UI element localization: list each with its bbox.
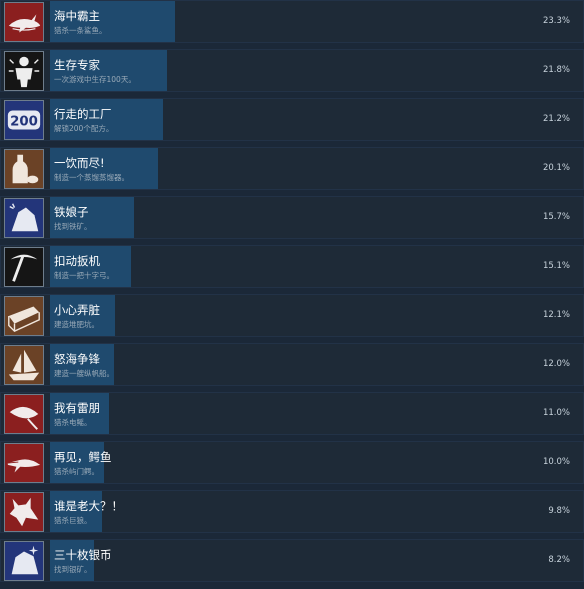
200-badge-icon: 200 bbox=[4, 100, 44, 140]
unlock-percentage: 21.8% bbox=[542, 65, 570, 75]
achievement-row-11[interactable]: 三十枚银币 找到银矿。 8.2% bbox=[0, 539, 584, 582]
achievement-title: 一饮而尽! bbox=[54, 156, 105, 170]
unlock-percentage: 15.1% bbox=[542, 261, 570, 271]
achievement-row-3[interactable]: 一饮而尽! 制造一个蒸馏蒸馏器。 20.1% bbox=[0, 147, 584, 190]
achievement-row-4[interactable]: 铁娘子 找到铁矿。 15.7% bbox=[0, 196, 584, 239]
achievement-title: 谁是老大？！ bbox=[54, 499, 123, 513]
achievement-title: 扣动扳机 bbox=[54, 254, 100, 268]
achievement-title: 小心弄脏 bbox=[54, 303, 100, 317]
unlock-percentage: 20.1% bbox=[542, 163, 570, 173]
achievement-title: 再见，鳄鱼 bbox=[54, 450, 112, 464]
unlock-percentage: 12.0% bbox=[542, 359, 570, 369]
achievement-row-0[interactable]: 海中霸主 猎杀一条鲨鱼。 23.3% bbox=[0, 0, 584, 43]
achievement-row-6[interactable]: 小心弄脏 建造堆肥坑。 12.1% bbox=[0, 294, 584, 337]
stingray-icon bbox=[4, 394, 44, 434]
survivor-icon bbox=[4, 51, 44, 91]
achievement-row-1[interactable]: 生存专家 一次游戏中生存100天。 21.8% bbox=[0, 49, 584, 92]
achievement-description: 找到银矿。 bbox=[54, 565, 92, 574]
achievement-description: 猎杀屿门鳄。 bbox=[54, 467, 99, 476]
achievement-description: 猎杀电鳐。 bbox=[54, 418, 92, 427]
unlock-percentage: 10.0% bbox=[542, 457, 570, 467]
achievement-description: 解锁200个配方。 bbox=[54, 124, 114, 133]
achievement-row-9[interactable]: 再见，鳄鱼 猎杀屿门鳄。 10.0% bbox=[0, 441, 584, 484]
unlock-percentage: 21.2% bbox=[542, 114, 570, 124]
unlock-percentage: 8.2% bbox=[548, 555, 570, 565]
unlock-percentage: 23.3% bbox=[542, 16, 570, 26]
achievement-description: 一次游戏中生存100天。 bbox=[54, 75, 136, 84]
achievement-title: 三十枚银币 bbox=[54, 548, 112, 562]
achievement-row-10[interactable]: 谁是老大？！ 猎杀巨狼。 9.8% bbox=[0, 490, 584, 533]
iron-ore-icon bbox=[4, 198, 44, 238]
achievement-description: 建造一艘纵帆船。 bbox=[54, 369, 114, 378]
pickaxe-icon bbox=[4, 247, 44, 287]
achievement-row-8[interactable]: 我有雷朋 猎杀电鳐。 11.0% bbox=[0, 392, 584, 435]
achievement-title: 铁娘子 bbox=[54, 205, 89, 219]
achievement-description: 找到铁矿。 bbox=[54, 222, 92, 231]
achievement-title: 我有雷朋 bbox=[54, 401, 100, 415]
achievement-row-7[interactable]: 怒海争锋 建造一艘纵帆船。 12.0% bbox=[0, 343, 584, 386]
unlock-percentage: 9.8% bbox=[548, 506, 570, 516]
achievement-list: 海中霸主 猎杀一条鲨鱼。 23.3% 生存专家 一次游戏中生存100天。 21.… bbox=[0, 0, 584, 589]
silver-ore-icon bbox=[4, 541, 44, 581]
achievement-row-5[interactable]: 扣动扳机 制造一把十字弓。 15.1% bbox=[0, 245, 584, 288]
crocodile-icon bbox=[4, 443, 44, 483]
sailboat-icon bbox=[4, 345, 44, 385]
unlock-percentage: 11.0% bbox=[542, 408, 570, 418]
achievement-description: 猎杀巨狼。 bbox=[54, 516, 92, 525]
unlock-percentage: 15.7% bbox=[542, 212, 570, 222]
achievement-description: 建造堆肥坑。 bbox=[54, 320, 99, 329]
achievement-description: 制造一把十字弓。 bbox=[54, 271, 114, 280]
compost-crate-icon bbox=[4, 296, 44, 336]
achievement-title: 海中霸主 bbox=[54, 9, 100, 23]
svg-text:200: 200 bbox=[10, 115, 38, 130]
shark-icon bbox=[4, 2, 44, 42]
achievement-description: 制造一个蒸馏蒸馏器。 bbox=[54, 173, 129, 182]
achievement-title: 行走的工厂 bbox=[54, 107, 112, 121]
achievement-description: 猎杀一条鲨鱼。 bbox=[54, 26, 107, 35]
wolf-icon bbox=[4, 492, 44, 532]
achievement-title: 怒海争锋 bbox=[54, 352, 100, 366]
achievement-row-2[interactable]: 200 行走的工厂 解锁200个配方。 21.2% bbox=[0, 98, 584, 141]
achievement-title: 生存专家 bbox=[54, 58, 100, 72]
unlock-percentage: 12.1% bbox=[542, 310, 570, 320]
bottle-icon bbox=[4, 149, 44, 189]
